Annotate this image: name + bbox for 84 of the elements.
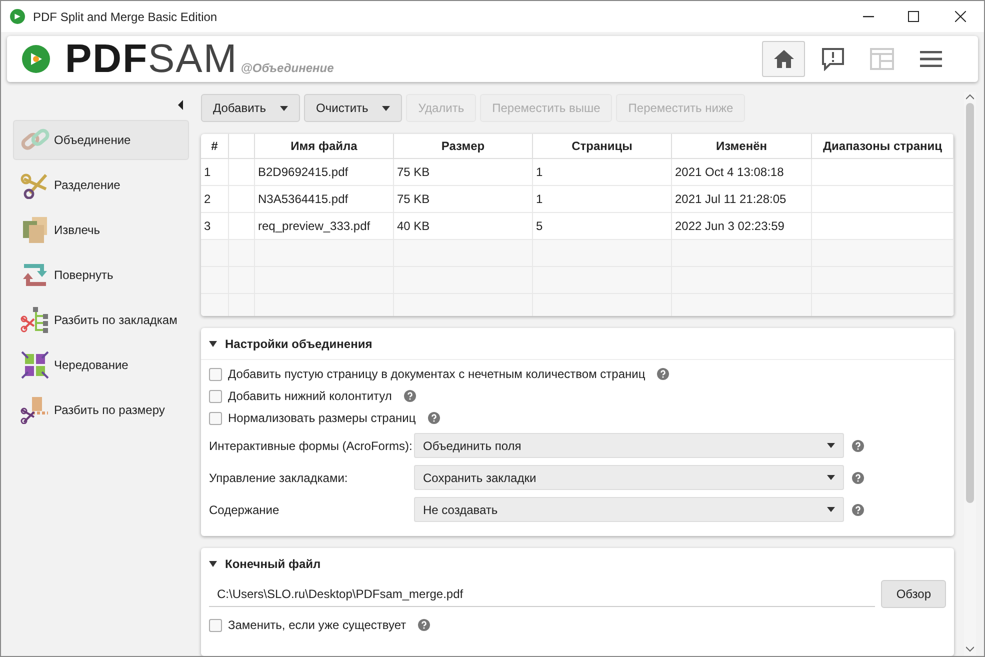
table-cell: 3 bbox=[201, 213, 229, 239]
column-header[interactable]: Имя файла bbox=[255, 134, 394, 158]
toolbar-button[interactable]: Добавить bbox=[201, 94, 300, 122]
module-subtitle: @Объединение bbox=[240, 60, 334, 77]
checkbox-label: Нормализовать размеры страниц bbox=[228, 410, 416, 427]
app-icon bbox=[10, 9, 25, 24]
collapse-sidebar-icon[interactable] bbox=[178, 100, 183, 110]
checkbox-label: Добавить нижний колонтитул bbox=[228, 388, 392, 405]
caret-icon bbox=[827, 443, 835, 448]
checkbox-label: Заменить, если уже существует bbox=[228, 617, 406, 634]
checkbox[interactable] bbox=[209, 412, 222, 424]
help-icon bbox=[418, 619, 430, 631]
checkbox-label: Добавить пустую страницу в документах с нечетным количеством страниц bbox=[228, 366, 646, 383]
checkbox[interactable] bbox=[209, 618, 222, 632]
caret-icon bbox=[280, 106, 288, 110]
caret-icon bbox=[827, 475, 835, 480]
toolbar-button[interactable]: Очистить bbox=[304, 94, 402, 122]
help-icon bbox=[657, 368, 670, 380]
sidebar-item[interactable]: Объединение bbox=[13, 120, 189, 160]
column-header[interactable]: # bbox=[201, 134, 229, 158]
maximize-icon[interactable] bbox=[908, 11, 919, 22]
field-label: Управление закладками: bbox=[209, 470, 349, 486]
menu-icon bbox=[920, 51, 942, 67]
field-label: Содержание bbox=[209, 502, 280, 518]
scroll-down-icon[interactable] bbox=[966, 646, 974, 652]
table-cell: 2 bbox=[201, 186, 229, 212]
bookmark-tree-icon bbox=[20, 306, 50, 334]
checkbox[interactable] bbox=[209, 368, 222, 380]
table-cell: 2022 Jun 3 02:23:59 bbox=[672, 213, 812, 239]
help-icon bbox=[852, 472, 864, 484]
column-header[interactable]: Диапазоны страниц bbox=[812, 134, 954, 158]
dashboard-icon bbox=[870, 48, 894, 70]
window-title: PDF Split and Merge Basic Edition bbox=[33, 8, 218, 26]
dropdown-select[interactable]: Объединить поля bbox=[414, 433, 844, 458]
sidebar-item[interactable]: Повернуть bbox=[13, 255, 189, 295]
scrollbar-thumb[interactable] bbox=[966, 103, 974, 503]
section-title: Настройки объединения bbox=[225, 336, 372, 352]
column-header[interactable]: Страницы bbox=[533, 134, 672, 158]
sidebar-item[interactable]: Разбить по закладкам bbox=[13, 300, 189, 340]
table-cell: N3A5364415.pdf bbox=[255, 186, 394, 212]
rotate-arrows-icon bbox=[20, 261, 50, 289]
scroll-up-icon[interactable] bbox=[966, 94, 974, 100]
help-icon bbox=[852, 504, 864, 516]
field-label: Интерактивные формы (AcroForms): bbox=[209, 438, 414, 454]
table-cell: 5 bbox=[533, 213, 672, 239]
speech-bubble-icon bbox=[820, 47, 844, 71]
table-cell: req_preview_333.pdf bbox=[255, 213, 394, 239]
caret-icon bbox=[382, 106, 390, 110]
collapse-icon[interactable] bbox=[209, 560, 217, 568]
help-icon bbox=[428, 412, 440, 424]
column-header[interactable]: Размер bbox=[394, 134, 533, 158]
sidebar-item[interactable]: Разбить по размеру bbox=[13, 390, 189, 430]
sidebar-item[interactable]: Разделение bbox=[13, 165, 189, 205]
table-cell: 2021 Oct 4 13:08:18 bbox=[672, 159, 812, 185]
section-title: Конечный файл bbox=[225, 556, 321, 573]
dropdown-select[interactable]: Сохранить закладки bbox=[414, 465, 844, 490]
home-button[interactable] bbox=[762, 41, 805, 77]
table-cell: 1 bbox=[201, 159, 229, 185]
scissors-icon bbox=[20, 171, 50, 199]
scissors-page-icon bbox=[20, 396, 50, 424]
table-cell: 40 KB bbox=[394, 213, 533, 239]
table-cell: B2D9692415.pdf bbox=[255, 159, 394, 185]
close-icon[interactable] bbox=[955, 11, 966, 22]
table-cell: 75 KB bbox=[394, 186, 533, 212]
table-cell: 75 KB bbox=[394, 159, 533, 185]
dropdown-select[interactable]: Не создавать bbox=[414, 497, 844, 522]
browse-button[interactable]: Обзор bbox=[881, 580, 946, 608]
checkbox[interactable] bbox=[209, 390, 222, 402]
column-header[interactable]: Изменён bbox=[672, 134, 812, 158]
pages-icon bbox=[20, 216, 50, 244]
logo-wordmark: PDFSAM bbox=[65, 39, 238, 79]
sidebar-item[interactable]: Чередование bbox=[13, 345, 189, 385]
collapse-icon[interactable] bbox=[209, 340, 217, 348]
table-cell: 1 bbox=[533, 159, 672, 185]
table-cell: 2021 Jul 11 21:28:05 bbox=[672, 186, 812, 212]
minimize-icon[interactable] bbox=[863, 16, 874, 18]
sidebar-item[interactable]: Извлечь bbox=[13, 210, 189, 250]
alternate-mix-icon bbox=[20, 351, 50, 379]
home-icon bbox=[772, 49, 794, 69]
logo-icon bbox=[22, 45, 50, 73]
caret-icon bbox=[827, 507, 835, 512]
help-icon bbox=[404, 390, 416, 402]
help-icon bbox=[852, 440, 864, 452]
table-cell: 1 bbox=[533, 186, 672, 212]
